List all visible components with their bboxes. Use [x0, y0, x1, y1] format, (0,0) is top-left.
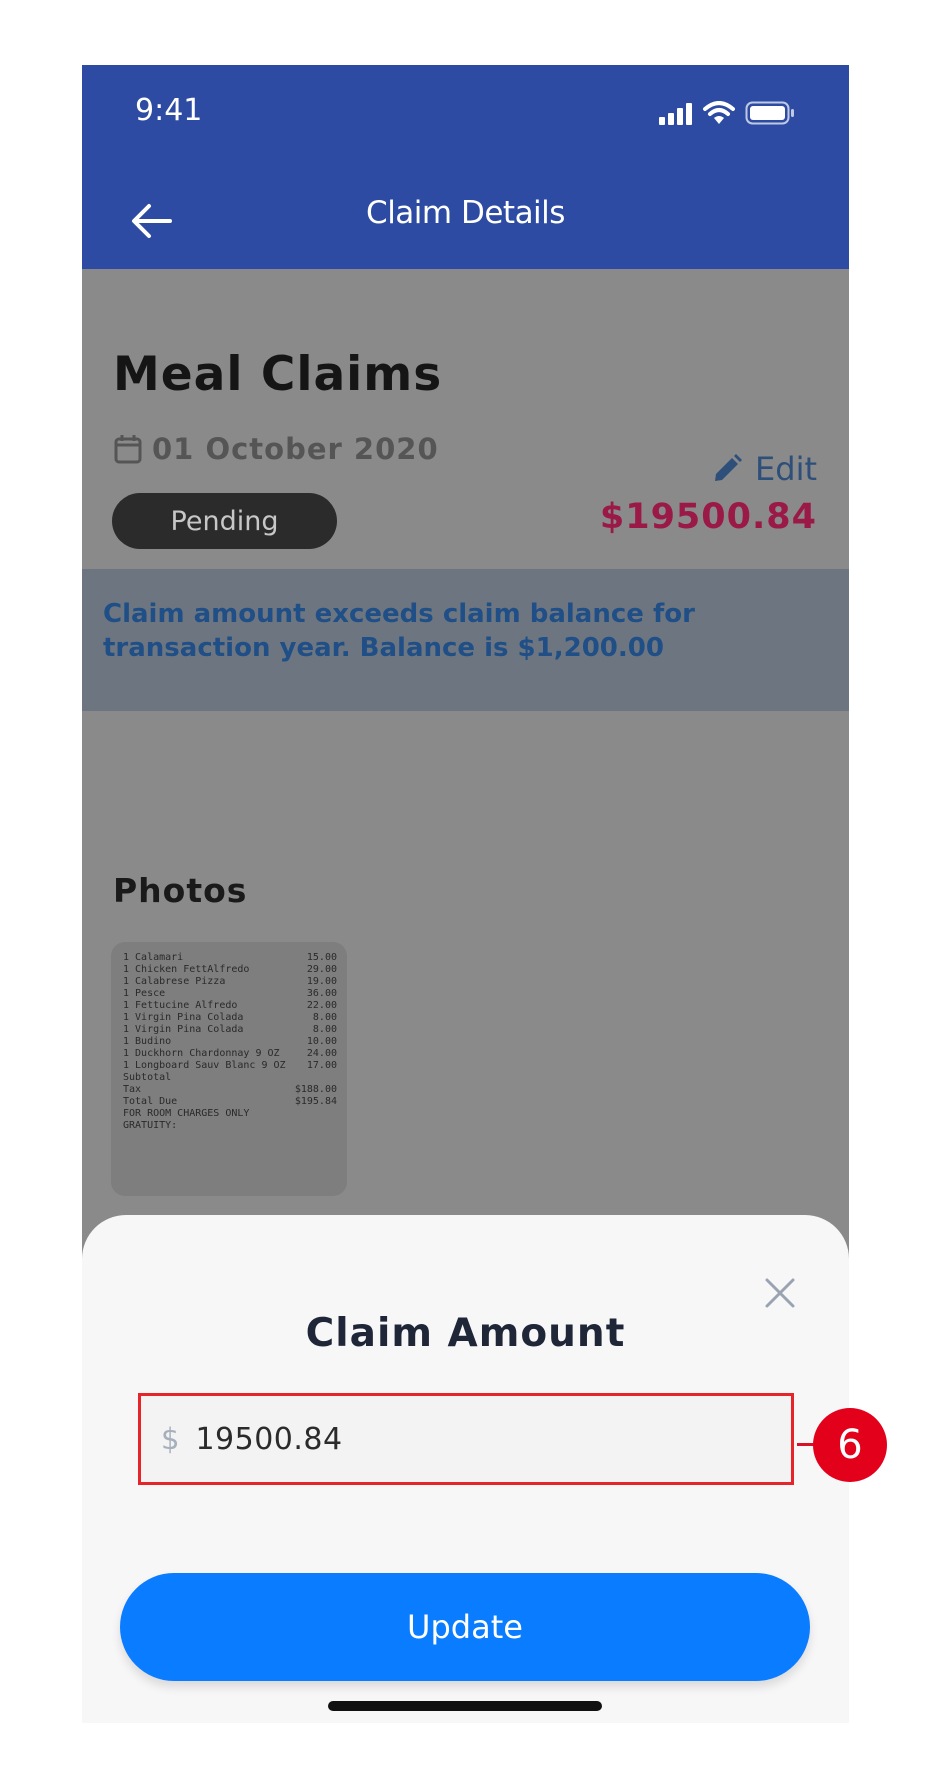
- receipt-item: GRATUITY:: [123, 1120, 178, 1131]
- receipt-price: 22.00: [306, 1000, 337, 1011]
- battery-icon: [745, 101, 794, 125]
- edit-label: Edit: [755, 450, 817, 488]
- wifi-icon: [703, 101, 735, 124]
- pencil-icon: [715, 454, 743, 481]
- receipt-line: 1 Calabrese Pizza 19.00: [123, 976, 337, 988]
- receipt-item: 1 Duckhorn Chardonnay 9 OZ: [123, 1048, 280, 1059]
- receipt-price: 15.00: [306, 952, 337, 963]
- receipt-item: 1 Longboard Sauv Blanc 9 OZ: [123, 1060, 286, 1071]
- close-icon[interactable]: [762, 1275, 798, 1311]
- receipt-price: 36.00: [306, 988, 337, 999]
- receipt-price: 8.00: [312, 1012, 337, 1023]
- page-title: Claim Details: [366, 195, 565, 231]
- status-time: 9:41: [135, 93, 203, 128]
- receipt-item: FOR ROOM CHARGES ONLY: [123, 1108, 250, 1119]
- receipt-item: 1 Virgin Pina Colada: [123, 1012, 244, 1023]
- receipt-photo-thumbnail[interactable]: 1 Calamari 15.00 1 Chicken FettAlfredo 29.0…: [111, 942, 347, 1196]
- claim-date-row: 01 October 2020: [114, 432, 439, 466]
- receipt-price: $188.00: [294, 1084, 337, 1095]
- receipt-line: 1 Calamari 15.00: [123, 952, 337, 964]
- receipt-line: 1 Longboard Sauv Blanc 9 OZ 17.00: [123, 1060, 337, 1072]
- edit-button[interactable]: Edit: [711, 450, 817, 488]
- receipt-item: 1 Calamari: [123, 952, 184, 963]
- receipt-line: Total Due $195.84: [123, 1096, 337, 1108]
- status-badge: Pending: [112, 493, 337, 549]
- receipt-line: FOR ROOM CHARGES ONLY: [123, 1108, 337, 1120]
- status-icons: [659, 101, 795, 125]
- receipt-item: 1 Budino: [123, 1036, 172, 1047]
- receipt-price: 8.00: [312, 1024, 337, 1035]
- receipt-line: 1 Budino 10.00: [123, 1036, 337, 1048]
- phone-screen: 9:41 Claim Details Meal Claims 01 Octobe…: [82, 65, 849, 1723]
- receipt-price: 19.00: [306, 976, 337, 987]
- receipt-line: 1 Fettucine Alfredo 22.00: [123, 1000, 337, 1012]
- receipt-item: 1 Calabrese Pizza: [123, 976, 226, 987]
- receipt-line: 1 Duckhorn Chardonnay 9 OZ 24.00: [123, 1048, 337, 1060]
- receipt-line: 1 Chicken FettAlfredo 29.00: [123, 964, 337, 976]
- receipt-line: 1 Pesce 36.00: [123, 988, 337, 1000]
- receipt-item: 1 Chicken FettAlfredo: [123, 964, 250, 975]
- claim-amount: $19500.84: [599, 497, 817, 537]
- claim-title: Meal Claims: [113, 347, 443, 402]
- sheet-title: Claim Amount: [305, 1311, 626, 1356]
- home-indicator: [328, 1701, 602, 1711]
- receipt-item: Tax: [123, 1084, 142, 1095]
- receipt-item: 1 Fettucine Alfredo: [123, 1000, 238, 1011]
- receipt-text: 1 Calamari 15.00 1 Chicken FettAlfredo 29.0…: [123, 952, 337, 1132]
- cellular-signal-icon: [659, 103, 692, 125]
- receipt-item: Subtotal: [123, 1072, 172, 1083]
- receipt-line: Tax $188.00: [123, 1084, 337, 1096]
- receipt-price: 24.00: [306, 1048, 337, 1059]
- claim-amount-bottom-sheet: Claim Amount $ 19500.84 Update: [82, 1215, 849, 1723]
- app-header: 9:41 Claim Details: [82, 65, 849, 269]
- currency-symbol: $: [161, 1422, 180, 1456]
- receipt-line: Subtotal: [123, 1072, 337, 1084]
- receipt-item: Total Due: [123, 1096, 178, 1107]
- receipt-price: 17.00: [306, 1060, 337, 1071]
- claim-amount-value[interactable]: 19500.84: [195, 1422, 342, 1457]
- receipt-line: 1 Virgin Pina Colada 8.00: [123, 1012, 337, 1024]
- receipt-price: $195.84: [294, 1096, 337, 1107]
- receipt-line: 1 Virgin Pina Colada 8.00: [123, 1024, 337, 1036]
- warning-message: Claim amount exceeds claim balance for t…: [103, 599, 695, 663]
- photos-heading: Photos: [113, 871, 248, 910]
- update-button[interactable]: Update: [120, 1573, 810, 1681]
- receipt-price: 29.00: [306, 964, 337, 975]
- annotation-marker: 6: [813, 1408, 887, 1482]
- receipt-item: 1 Virgin Pina Colada: [123, 1024, 244, 1035]
- receipt-price: 10.00: [306, 1036, 337, 1047]
- claim-date: 01 October 2020: [152, 432, 439, 466]
- receipt-line: GRATUITY:: [123, 1120, 337, 1132]
- calendar-icon: [114, 435, 142, 464]
- claim-amount-input[interactable]: $ 19500.84: [138, 1393, 794, 1485]
- balance-warning-banner: Claim amount exceeds claim balance for t…: [82, 569, 849, 711]
- receipt-item: 1 Pesce: [123, 988, 166, 999]
